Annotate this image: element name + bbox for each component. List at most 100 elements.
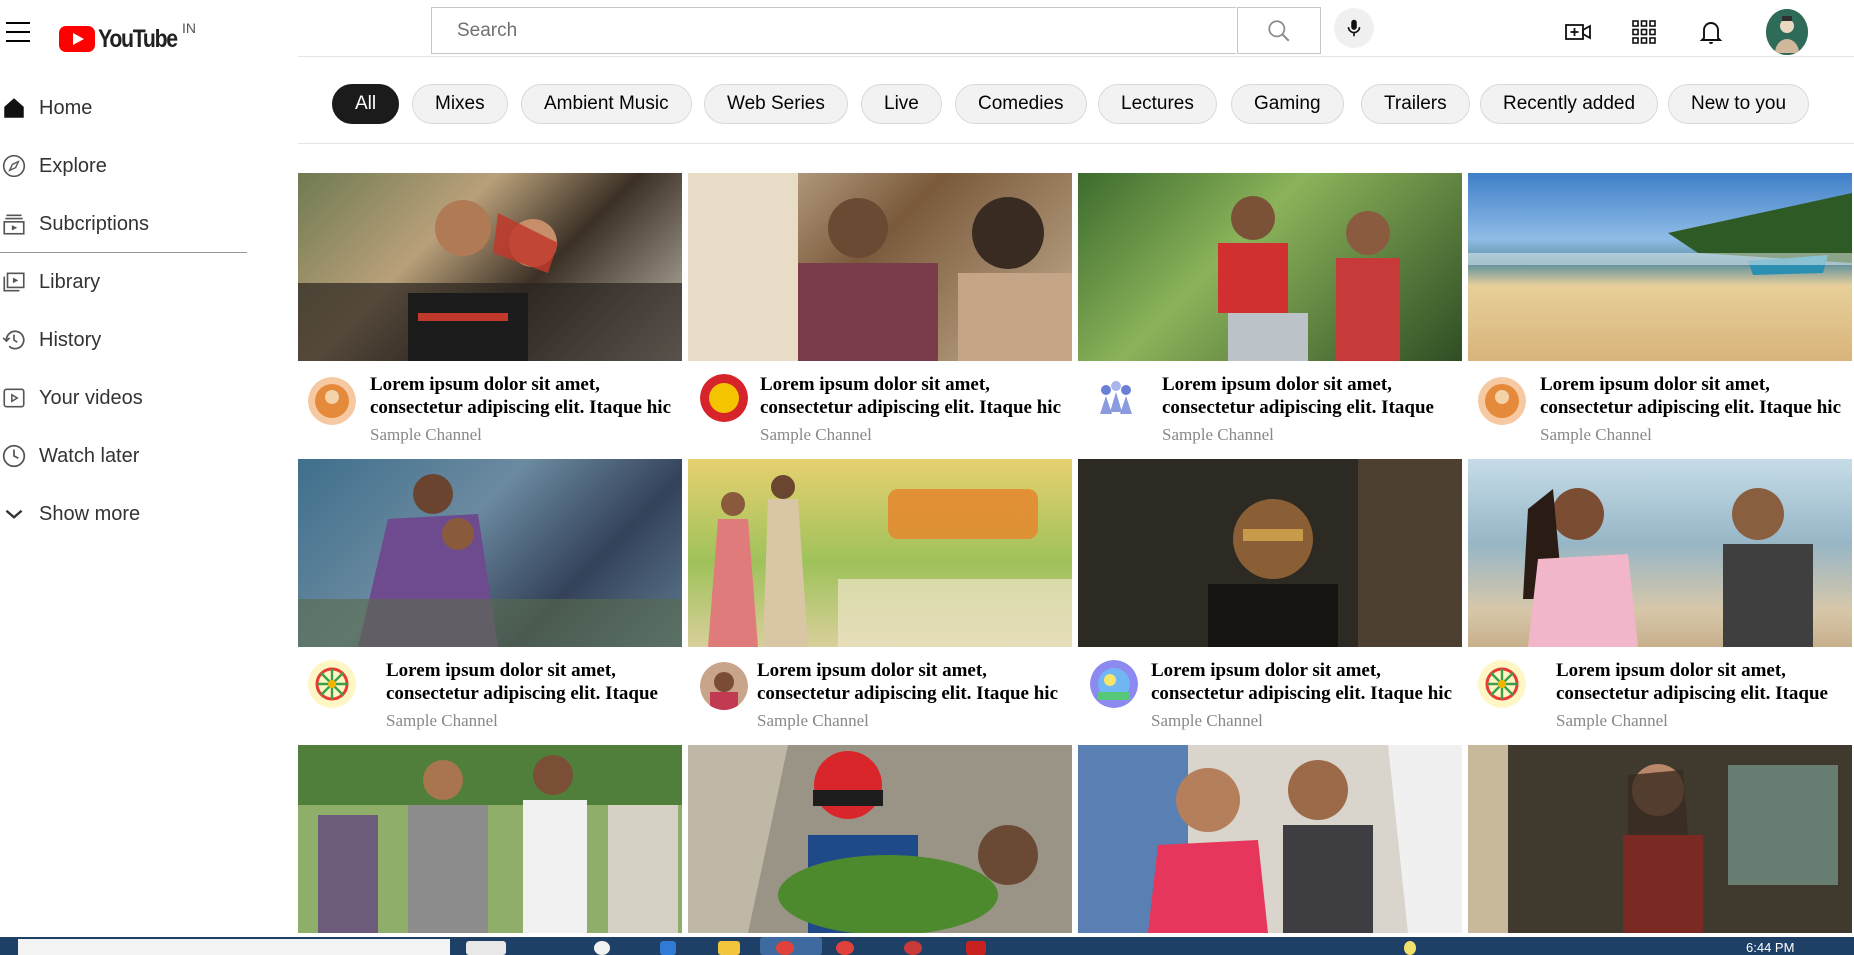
video-title[interactable]: Lorem ipsum dolor sit amet, consectetur a… xyxy=(1540,373,1854,419)
video-thumbnail[interactable] xyxy=(688,459,1072,647)
chip-lectures[interactable]: Lectures xyxy=(1098,84,1217,124)
sidebar-item-your-videos[interactable]: Your videos xyxy=(0,378,248,418)
channel-name[interactable]: Sample Channel xyxy=(1540,425,1652,445)
thumbnail-image xyxy=(298,200,682,361)
taskbar-app-icon[interactable] xyxy=(594,941,610,955)
taskbar-app-icon[interactable] xyxy=(660,941,676,955)
channel-avatar[interactable] xyxy=(1478,660,1526,708)
video-thumbnail[interactable] xyxy=(688,745,1072,933)
notifications-button[interactable] xyxy=(1697,18,1725,46)
video-thumbnail[interactable] xyxy=(1078,173,1462,361)
video-thumbnail[interactable] xyxy=(688,173,1072,361)
taskbar-clock[interactable]: 6:44 PM xyxy=(1746,940,1794,955)
thumbnail-image xyxy=(298,474,682,647)
video-title[interactable]: Lorem ipsum dolor sit amet, consectetur a… xyxy=(386,659,682,705)
video-meta: Lorem ipsum dolor sit amet, consectetur a… xyxy=(688,654,1078,731)
video-meta: Lorem ipsum dolor sit amet, consectetur a… xyxy=(298,654,688,731)
taskbar-app-icon[interactable] xyxy=(904,941,922,955)
video-meta: Lorem ipsum dolor sit amet, consectetur a… xyxy=(688,368,1078,445)
search-button[interactable] xyxy=(1237,7,1321,54)
clock-icon xyxy=(1,443,27,469)
chip-mixes[interactable]: Mixes xyxy=(412,84,508,124)
channel-name[interactable]: Sample Channel xyxy=(386,711,498,731)
thumbnail-image xyxy=(688,173,1072,361)
search-icon xyxy=(1268,19,1290,41)
channel-name[interactable]: Sample Channel xyxy=(757,711,869,731)
chip-gaming[interactable]: Gaming xyxy=(1231,84,1344,124)
sidebar-item-watch-later[interactable]: Watch later xyxy=(0,436,248,476)
chip-ambient-music[interactable]: Ambient Music xyxy=(521,84,692,124)
home-icon xyxy=(1,95,27,121)
video-thumbnail[interactable] xyxy=(298,745,682,933)
video-thumbnail[interactable] xyxy=(1468,745,1852,933)
logo-text: YouTube xyxy=(98,24,178,53)
sidebar-item-history[interactable]: History xyxy=(0,320,248,360)
channel-name[interactable]: Sample Channel xyxy=(1151,711,1263,731)
video-title[interactable]: Lorem ipsum dolor sit amet, consectetur a… xyxy=(1151,659,1462,705)
avatar[interactable] xyxy=(1766,9,1808,55)
taskbar-search-box[interactable] xyxy=(18,939,450,955)
voice-search-button[interactable] xyxy=(1334,8,1374,48)
video-thumbnail[interactable] xyxy=(1078,459,1462,647)
history-icon xyxy=(1,327,27,353)
thumbnail-image xyxy=(1468,193,1852,275)
sidebar-item-home[interactable]: Home xyxy=(0,88,248,128)
create-video-button[interactable] xyxy=(1564,18,1592,46)
channel-avatar[interactable] xyxy=(700,374,748,422)
video-title[interactable]: Lorem ipsum dolor sit amet, consectetur a… xyxy=(1556,659,1854,705)
channel-avatar[interactable] xyxy=(1478,377,1526,425)
compass-icon xyxy=(1,153,27,179)
channel-name[interactable]: Sample Channel xyxy=(1556,711,1668,731)
channel-name[interactable]: Sample Channel xyxy=(370,425,482,445)
library-icon xyxy=(1,269,27,295)
chip-comedies[interactable]: Comedies xyxy=(955,84,1087,124)
taskbar-app-icon[interactable] xyxy=(776,941,794,955)
video-thumbnail[interactable] xyxy=(298,459,682,647)
channel-avatar[interactable] xyxy=(1090,660,1138,708)
channel-avatar[interactable] xyxy=(308,660,356,708)
channel-name[interactable]: Sample Channel xyxy=(760,425,872,445)
video-title[interactable]: Lorem ipsum dolor sit amet, consectetur a… xyxy=(370,373,680,419)
chip-live[interactable]: Live xyxy=(861,84,942,124)
sidebar-item-show-more[interactable]: Show more xyxy=(0,494,248,534)
video-meta: Lorem ipsum dolor sit amet, consectetur a… xyxy=(1078,654,1468,731)
video-meta: Lorem ipsum dolor sit amet, consectetur a… xyxy=(1078,368,1468,445)
sidebar-divider xyxy=(0,252,247,253)
chip-web-series[interactable]: Web Series xyxy=(704,84,848,124)
youtube-logo[interactable]: YouTube xyxy=(59,24,191,54)
chip-trailers[interactable]: Trailers xyxy=(1361,84,1470,124)
video-title[interactable]: Lorem ipsum dolor sit amet, consectetur a… xyxy=(1162,373,1462,419)
video-thumbnail[interactable] xyxy=(298,173,682,361)
channel-avatar[interactable] xyxy=(700,662,748,710)
apps-button[interactable] xyxy=(1630,18,1658,46)
video-thumbnail[interactable] xyxy=(1468,173,1852,361)
os-taskbar: 6:44 PM xyxy=(0,937,1854,955)
profile-avatar-icon xyxy=(1766,9,1808,55)
taskbar-tray-icon[interactable] xyxy=(1404,941,1416,955)
thumbnail-image xyxy=(708,475,1072,647)
chip-recently-added[interactable]: Recently added xyxy=(1480,84,1659,124)
taskbar-app-icon[interactable] xyxy=(718,941,740,955)
video-meta: Lorem ipsum dolor sit amet, consectetur a… xyxy=(298,368,688,445)
taskbar-app-icon[interactable] xyxy=(466,941,506,955)
menu-icon[interactable] xyxy=(6,22,30,42)
video-thumbnail[interactable] xyxy=(1468,459,1852,647)
chip-all[interactable]: All xyxy=(332,84,400,124)
search-input[interactable] xyxy=(432,8,1236,53)
sidebar-item-label: Explore xyxy=(39,154,107,177)
video-thumbnail[interactable] xyxy=(1078,745,1462,933)
thumbnail-image xyxy=(1078,459,1462,647)
thumbnail-image xyxy=(1078,745,1462,933)
country-code: IN xyxy=(182,20,196,36)
taskbar-app-icon[interactable] xyxy=(966,941,986,955)
channel-name[interactable]: Sample Channel xyxy=(1162,425,1274,445)
channel-avatar[interactable] xyxy=(1092,374,1140,422)
sidebar-item-explore[interactable]: Explore xyxy=(0,146,248,186)
video-title[interactable]: Lorem ipsum dolor sit amet, consectetur a… xyxy=(757,659,1072,705)
sidebar-item-subscriptions[interactable]: Subcriptions xyxy=(0,204,248,244)
sidebar-item-library[interactable]: Library xyxy=(0,262,248,302)
channel-avatar[interactable] xyxy=(308,377,356,425)
taskbar-app-icon[interactable] xyxy=(836,941,854,955)
chip-new-to-you[interactable]: New to you xyxy=(1668,84,1810,124)
video-title[interactable]: Lorem ipsum dolor sit amet, consectetur a… xyxy=(760,373,1072,419)
